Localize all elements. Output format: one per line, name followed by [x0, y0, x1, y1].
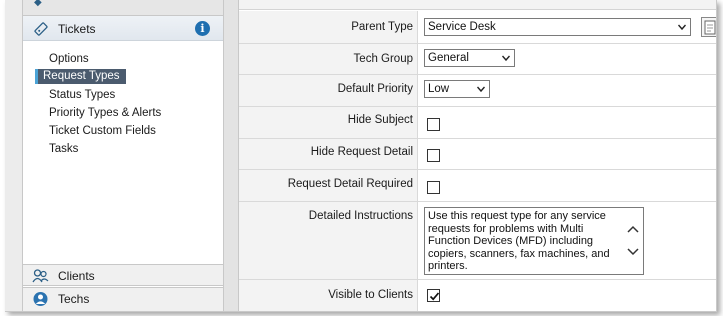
tech-group-value: General	[428, 52, 469, 64]
request-type-form: Parent Type Service Desk Tech Group Gene…	[238, 0, 716, 311]
parent-type-label: Parent Type	[351, 21, 413, 33]
sidebar-nav-techs[interactable]: Techs	[23, 287, 223, 311]
techs-icon	[33, 292, 48, 306]
hide-subject-checkbox[interactable]	[427, 118, 440, 131]
row-parent-type: Parent Type Service Desk	[239, 11, 716, 44]
default-priority-label: Default Priority	[337, 83, 413, 95]
window-frame: ◆ Tickets i Options Request Types Status…	[5, 0, 717, 312]
pencil-icon	[704, 20, 716, 35]
tech-group-label: Tech Group	[353, 53, 413, 65]
chevron-down-icon	[477, 86, 485, 93]
sidebar-section-title: Tickets	[58, 22, 96, 36]
sidebar-nav-clients[interactable]: Clients	[23, 264, 223, 286]
label-cell: Visible to Clients	[239, 280, 418, 311]
checkmark-icon	[429, 292, 440, 301]
request-detail-required-label: Request Detail Required	[287, 178, 413, 190]
hide-request-detail-label: Hide Request Detail	[310, 146, 413, 158]
label-cell: Hide Subject	[239, 107, 418, 138]
sidebar-item-request-types[interactable]: Request Types	[35, 69, 126, 84]
row-default-priority: Default Priority Low	[239, 75, 716, 107]
sidebar-previous-section[interactable]: ◆	[22, 0, 224, 16]
row-detailed-instructions: Detailed Instructions Use this request t…	[239, 202, 716, 280]
sidebar-item-ticket-custom-fields[interactable]: Ticket Custom Fields	[49, 123, 156, 139]
sidebar-item-options[interactable]: Options	[49, 51, 89, 67]
form-top-strip	[239, 0, 716, 10]
scroll-up-icon[interactable]	[627, 225, 639, 233]
ticket-icon	[34, 22, 48, 36]
label-cell: Hide Request Detail	[239, 139, 418, 169]
sidebar: ◆ Tickets i Options Request Types Status…	[5, 0, 238, 311]
label-cell: Default Priority	[239, 75, 418, 106]
hide-request-detail-checkbox[interactable]	[427, 149, 440, 162]
edit-icon[interactable]	[701, 17, 716, 37]
label-cell: Detailed Instructions	[239, 202, 418, 279]
default-priority-value: Low	[428, 83, 450, 95]
sidebar-tickets-panel: Tickets i Options Request Types Status T…	[22, 16, 224, 311]
sidebar-nav-techs-label: Techs	[58, 292, 90, 306]
chevron-down-icon	[678, 24, 686, 31]
parent-type-select[interactable]: Service Desk	[424, 18, 691, 36]
tech-group-select[interactable]: General	[424, 49, 515, 67]
request-detail-required-checkbox[interactable]	[427, 181, 440, 194]
visible-to-clients-label: Visible to Clients	[328, 289, 413, 301]
sidebar-item-status-types[interactable]: Status Types	[49, 87, 115, 103]
parent-type-value: Service Desk	[428, 21, 496, 33]
sidebar-item-tasks[interactable]: Tasks	[49, 141, 78, 157]
row-tech-group: Tech Group General	[239, 44, 716, 75]
panel-splitter[interactable]	[224, 0, 238, 311]
sidebar-nav-clients-label: Clients	[58, 269, 95, 283]
detailed-instructions-label: Detailed Instructions	[308, 210, 413, 222]
label-cell: Request Detail Required	[239, 170, 418, 201]
row-request-detail-required: Request Detail Required	[239, 170, 716, 202]
chevron-down-icon	[502, 55, 510, 62]
clients-icon	[32, 269, 49, 283]
detailed-instructions-text: Use this request type for any service re…	[428, 210, 610, 273]
row-hide-subject: Hide Subject	[239, 107, 716, 139]
detailed-instructions-textarea[interactable]: Use this request type for any service re…	[424, 207, 644, 275]
default-priority-select[interactable]: Low	[424, 80, 490, 98]
visible-to-clients-checkbox[interactable]	[427, 289, 440, 302]
row-hide-request-detail: Hide Request Detail	[239, 139, 716, 170]
label-cell: Tech Group	[239, 44, 418, 74]
scroll-down-icon[interactable]	[627, 248, 639, 256]
hide-subject-label: Hide Subject	[347, 114, 413, 126]
row-visible-to-clients: Visible to Clients	[239, 280, 716, 311]
sidebar-item-priority-types[interactable]: Priority Types & Alerts	[49, 105, 161, 121]
label-cell: Parent Type	[239, 11, 418, 43]
sidebar-section-header[interactable]: Tickets i	[23, 16, 223, 41]
folder-icon: ◆	[34, 0, 42, 8]
info-icon[interactable]: i	[195, 21, 210, 36]
